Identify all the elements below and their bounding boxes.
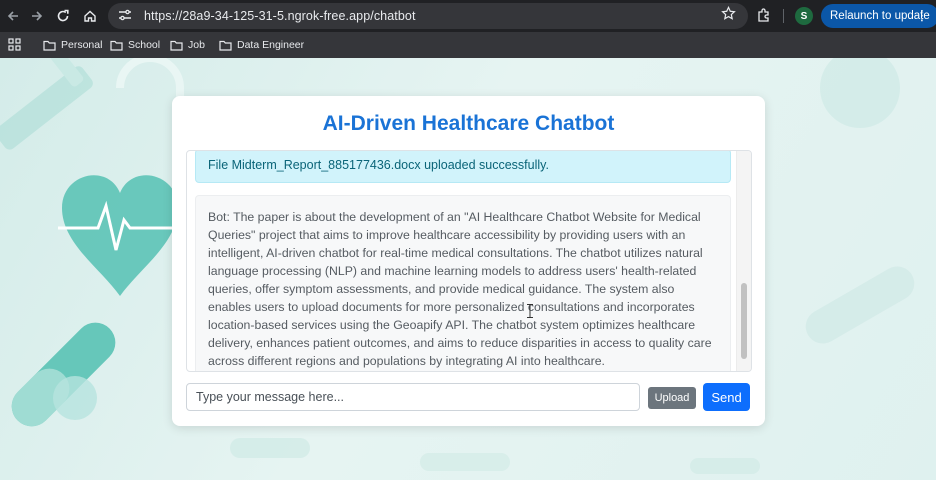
- apps-grid-icon[interactable]: [8, 38, 21, 51]
- toolbar-divider: [783, 9, 784, 23]
- profile-avatar[interactable]: S: [795, 7, 813, 25]
- send-button[interactable]: Send: [703, 383, 750, 411]
- upload-success-message: File Midterm_Report_885177436.docx uploa…: [195, 151, 731, 183]
- bookmark-label: Data Engineer: [237, 39, 305, 51]
- folder-icon: [170, 40, 183, 51]
- bookmark-label: School: [128, 39, 161, 51]
- address-bar[interactable]: https://28a9-34-125-31-5.ngrok-free.app/…: [108, 3, 748, 29]
- bookmark-label: Personal: [61, 39, 103, 51]
- bot-message: Bot: The paper is about the development …: [195, 195, 731, 371]
- page-title: AI-Driven Healthcare Chatbot: [322, 112, 615, 135]
- chat-messages[interactable]: File Midterm_Report_885177436.docx uploa…: [186, 150, 752, 372]
- url-text: https://28a9-34-125-31-5.ngrok-free.app/…: [144, 9, 416, 23]
- scrollbar-thumb[interactable]: [741, 283, 747, 359]
- bookmarks-bar: Personal School Job Data Engineer: [0, 32, 936, 58]
- forward-icon[interactable]: [24, 0, 50, 32]
- message-input[interactable]: [186, 383, 640, 411]
- back-icon[interactable]: [0, 0, 26, 32]
- bookmark-label: Job: [188, 39, 205, 51]
- page-background: AI-Driven Healthcare Chatbot File Midter…: [0, 58, 936, 480]
- browser-toolbar: https://28a9-34-125-31-5.ngrok-free.app/…: [0, 0, 936, 32]
- extensions-icon[interactable]: [756, 7, 772, 23]
- reload-icon[interactable]: [50, 0, 76, 32]
- bookmark-job[interactable]: Job: [170, 36, 205, 54]
- folder-icon: [43, 40, 56, 51]
- upload-button[interactable]: Upload: [648, 387, 696, 409]
- bookmark-school[interactable]: School: [110, 36, 160, 54]
- star-icon[interactable]: [721, 5, 736, 25]
- more-icon[interactable]: ⋮: [915, 7, 929, 23]
- text-cursor-icon: [527, 304, 533, 318]
- bookmark-personal[interactable]: Personal: [43, 36, 102, 54]
- relaunch-button[interactable]: Relaunch to update ⋮: [821, 4, 936, 28]
- chat-scrollbar[interactable]: [736, 151, 751, 371]
- home-icon[interactable]: [77, 0, 103, 32]
- chat-card: AI-Driven Healthcare Chatbot File Midter…: [172, 96, 765, 426]
- site-settings-icon[interactable]: [116, 9, 134, 24]
- bookmark-data-engineer[interactable]: Data Engineer: [219, 36, 304, 54]
- folder-icon: [219, 40, 232, 51]
- folder-icon: [110, 40, 123, 51]
